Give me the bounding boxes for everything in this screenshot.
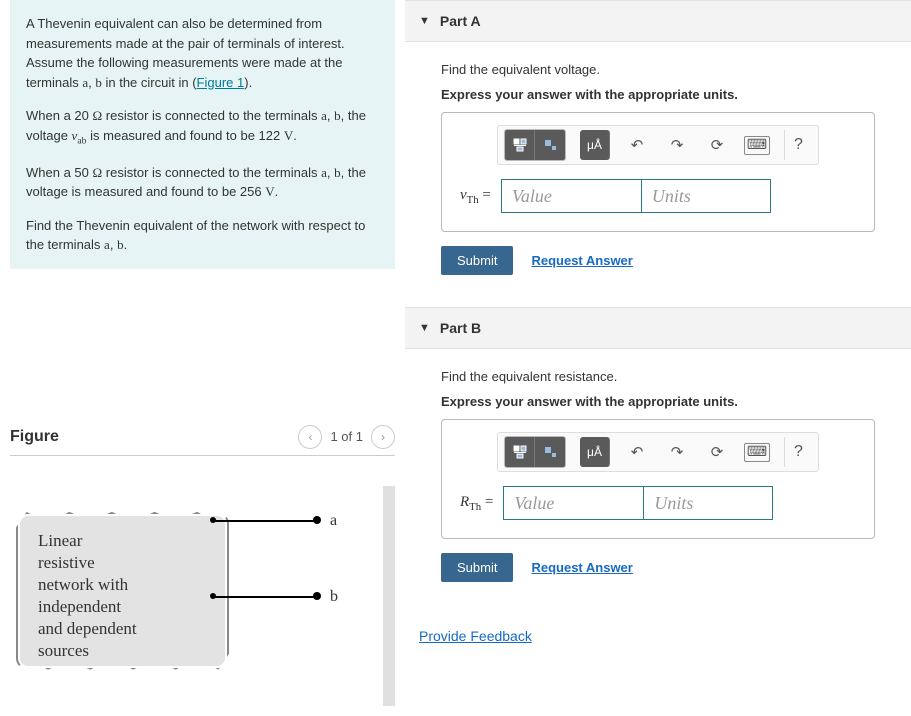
request-answer-link-b[interactable]: Request Answer xyxy=(531,560,632,575)
network-block: Linear resistive network with independen… xyxy=(20,516,225,666)
submit-button-b[interactable]: Submit xyxy=(441,553,513,582)
text: . xyxy=(293,128,297,143)
reset-button[interactable]: ⟳ xyxy=(704,132,730,158)
units-input-a[interactable] xyxy=(641,179,771,213)
figure-counter: 1 of 1 xyxy=(330,429,363,444)
equals: = xyxy=(479,187,491,203)
var-subscript: Th xyxy=(467,194,479,206)
part-a: ▼ Part A Find the equivalent voltage. Ex… xyxy=(405,0,911,289)
var-subscript: Th xyxy=(469,501,481,513)
part-b-instruction: Express your answer with the appropriate… xyxy=(441,394,875,409)
fraction-template-button[interactable] xyxy=(505,130,535,160)
help-button[interactable]: ? xyxy=(784,130,812,160)
undo-button[interactable]: ↶ xyxy=(624,132,650,158)
volts-symbol: V xyxy=(265,184,274,199)
submit-button-a[interactable]: Submit xyxy=(441,246,513,275)
ohm-symbol: Ω xyxy=(93,108,103,123)
units-menu-button[interactable]: μÅ xyxy=(580,437,610,467)
provide-feedback-link[interactable]: Provide Feedback xyxy=(419,628,532,644)
reset-button[interactable]: ⟳ xyxy=(704,439,730,465)
text: , xyxy=(110,237,117,252)
text: resistor is connected to the terminals xyxy=(102,165,321,180)
var-symbol: v xyxy=(460,187,467,203)
part-a-prompt: Find the equivalent voltage. xyxy=(441,62,875,77)
terminal-b-label: b xyxy=(330,588,338,606)
figure-text: and dependent xyxy=(38,618,207,640)
text: resistor is connected to the terminals xyxy=(102,108,321,123)
redo-button[interactable]: ↷ xyxy=(664,439,690,465)
problem-p3: When a 50 Ω resistor is connected to the… xyxy=(26,163,379,202)
template-buttons xyxy=(504,436,566,468)
equals: = xyxy=(481,494,493,510)
text: Find the Thevenin equivalent of the netw… xyxy=(26,218,365,253)
text: . xyxy=(124,237,128,252)
value-input-b[interactable] xyxy=(503,486,643,520)
node-icon xyxy=(313,516,321,524)
units-label: μÅ xyxy=(587,445,602,459)
caret-down-icon: ▼ xyxy=(419,15,430,27)
keyboard-button[interactable]: ⌨ xyxy=(744,439,770,465)
variable-label-a: vTh = xyxy=(460,187,491,206)
figure-text: sources xyxy=(38,640,207,662)
part-b-prompt: Find the equivalent resistance. xyxy=(441,369,875,384)
ohm-symbol: Ω xyxy=(93,165,103,180)
part-a-title: Part A xyxy=(440,13,481,29)
value-input-a[interactable] xyxy=(501,179,641,213)
undo-button[interactable]: ↶ xyxy=(624,439,650,465)
toolbar-a: μÅ ↶ ↷ ⟳ ⌨ ? xyxy=(460,125,856,165)
problem-p4: Find the Thevenin equivalent of the netw… xyxy=(26,216,379,255)
units-label: μÅ xyxy=(587,138,602,152)
volts-symbol: V xyxy=(284,128,293,143)
caret-down-icon: ▼ xyxy=(419,322,430,334)
text: in the circuit in ( xyxy=(102,75,197,90)
figure-text: Linear xyxy=(38,530,207,552)
figure-nav: ‹ 1 of 1 › xyxy=(298,425,395,449)
text: When a 50 xyxy=(26,165,93,180)
units-input-b[interactable] xyxy=(643,486,773,520)
fraction-template-button[interactable] xyxy=(505,437,535,467)
keyboard-button[interactable]: ⌨ xyxy=(744,132,770,158)
problem-p1: A Thevenin equivalent can also be determ… xyxy=(26,14,379,92)
figure-body: Linear resistive network with independen… xyxy=(10,486,395,706)
answer-box-a: μÅ ↶ ↷ ⟳ ⌨ ? vTh = xyxy=(441,112,875,232)
part-b: ▼ Part B Find the equivalent resistance.… xyxy=(405,307,911,596)
redo-button[interactable]: ↷ xyxy=(664,132,690,158)
problem-statement: A Thevenin equivalent can also be determ… xyxy=(10,0,395,269)
part-a-instruction: Express your answer with the appropriate… xyxy=(441,87,875,102)
answer-box-b: μÅ ↶ ↷ ⟳ ⌨ ? RTh = xyxy=(441,419,875,539)
figure-prev-button[interactable]: ‹ xyxy=(298,425,322,449)
figure-text: independent xyxy=(38,596,207,618)
terminal-a-label: a xyxy=(330,512,337,530)
answer-row-a: vTh = xyxy=(460,179,856,213)
toolbar-b: μÅ ↶ ↷ ⟳ ⌨ ? xyxy=(460,432,856,472)
text: is measured and found to be 122 xyxy=(87,128,284,143)
text: ). xyxy=(244,75,252,90)
template-buttons xyxy=(504,129,566,161)
figure-text: resistive xyxy=(38,552,207,574)
subscript-template-button[interactable] xyxy=(535,437,565,467)
help-button[interactable]: ? xyxy=(784,437,812,467)
node-icon xyxy=(313,592,321,600)
answer-row-b: RTh = xyxy=(460,486,856,520)
wire-icon xyxy=(215,520,315,522)
part-b-header[interactable]: ▼ Part B xyxy=(405,307,911,349)
figure-header: Figure ‹ 1 of 1 › xyxy=(10,419,395,456)
text: When a 20 xyxy=(26,108,93,123)
problem-p2: When a 20 Ω resistor is connected to the… xyxy=(26,106,379,149)
figure-next-button[interactable]: › xyxy=(371,425,395,449)
var-symbol: R xyxy=(460,494,469,510)
part-a-header[interactable]: ▼ Part A xyxy=(405,0,911,42)
voltage-sub: ab xyxy=(77,135,86,146)
figure-link[interactable]: Figure 1 xyxy=(197,75,245,90)
units-menu-button[interactable]: μÅ xyxy=(580,130,610,160)
part-b-title: Part B xyxy=(440,320,481,336)
subscript-template-button[interactable] xyxy=(535,130,565,160)
figure-title: Figure xyxy=(10,428,59,446)
figure-text: network with xyxy=(38,574,207,596)
wire-icon xyxy=(215,596,315,598)
variable-label-b: RTh = xyxy=(460,494,493,513)
text: . xyxy=(275,184,279,199)
request-answer-link-a[interactable]: Request Answer xyxy=(531,253,632,268)
